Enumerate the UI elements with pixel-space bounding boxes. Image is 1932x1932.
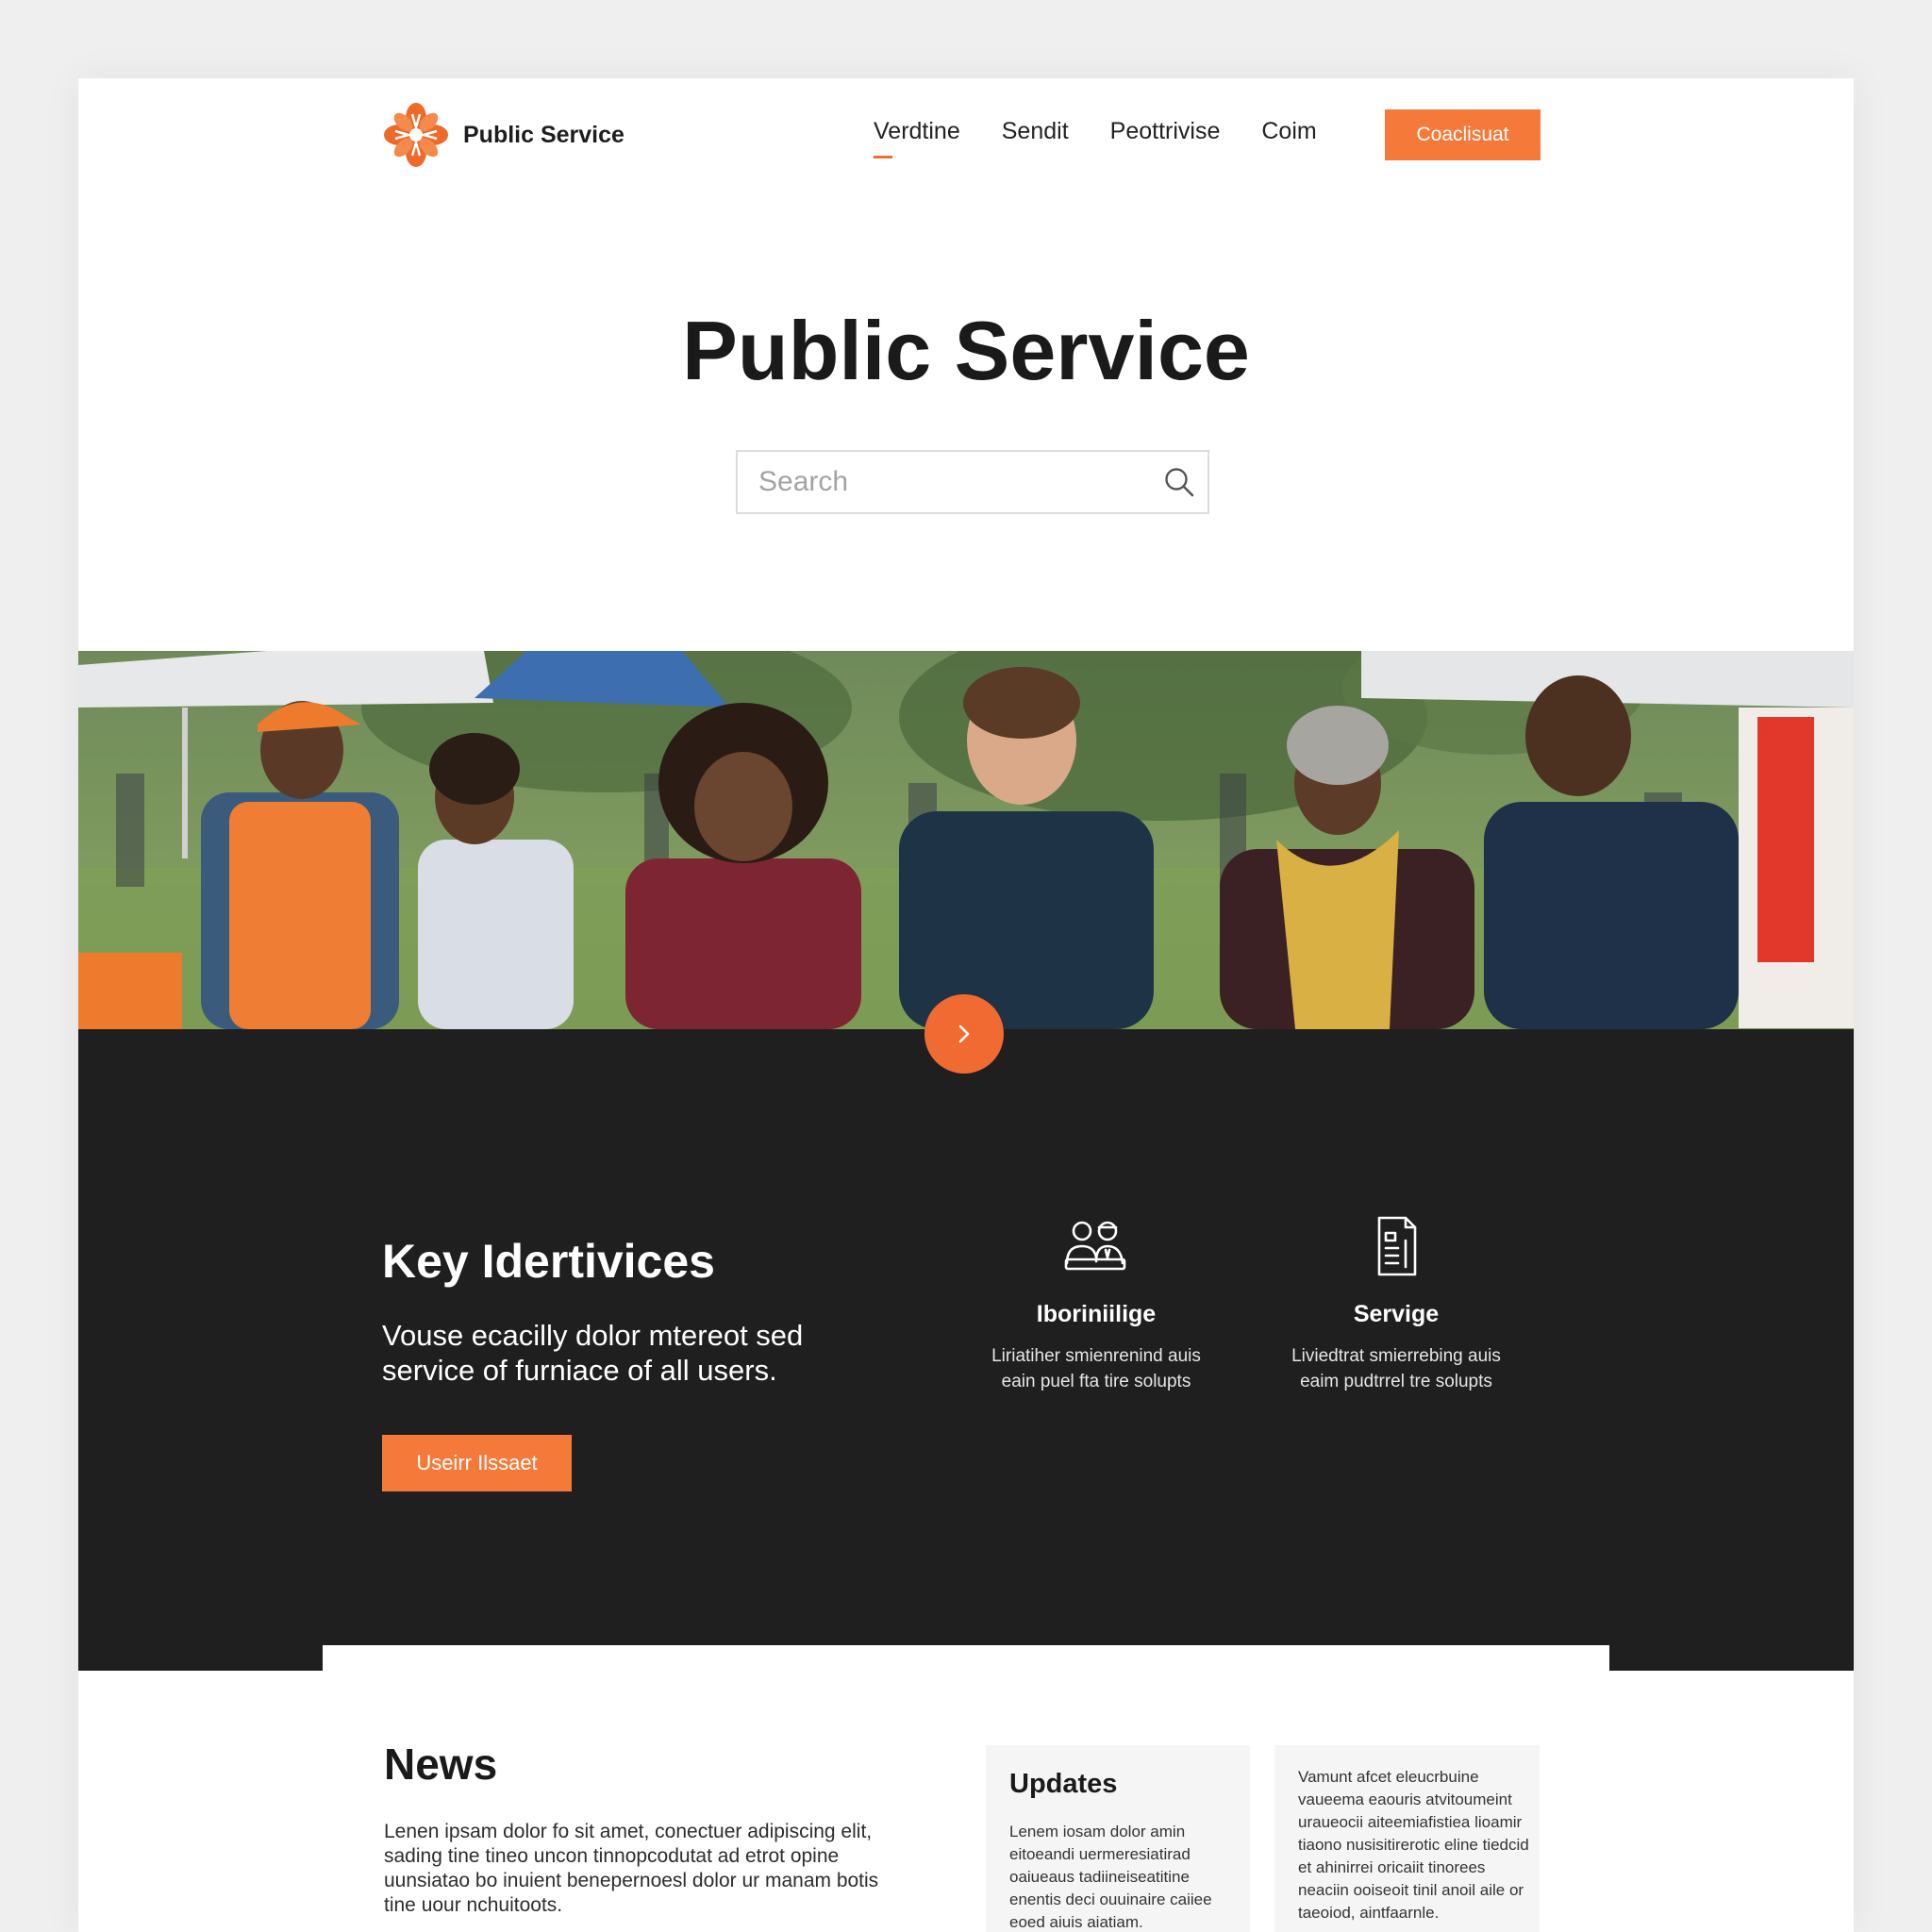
nav-item-sendit[interactable]: Sendit	[1002, 118, 1069, 145]
site-header: Public Service Verdtine Sendit Peottrivi…	[78, 78, 1854, 267]
updates-card-text: Lenem iosam dolor amin eitoeandi uermere…	[1009, 1823, 1212, 1931]
news-card-text: Vamunt afcet eleucrbuine vaueema eaouris…	[1298, 1768, 1529, 1922]
feature-text: Liviedtrat smierrebing auis eaim pudtrre…	[1291, 1346, 1501, 1391]
main-nav: Verdtine Sendit Peottrivise Coim	[874, 118, 1317, 158]
header-cta-button[interactable]: Coaclisuat	[1385, 109, 1541, 160]
nav-item-coim[interactable]: Coim	[1261, 118, 1316, 145]
nav-item-verdtine[interactable]: Verdtine	[874, 118, 960, 158]
key-services-button[interactable]: Useirr Ilssaet	[382, 1435, 572, 1491]
brand[interactable]: Public Service	[382, 99, 625, 171]
feature-card[interactable]: Iboriniilige Liriatiher smienrenind auis…	[988, 1214, 1205, 1394]
search-input[interactable]	[738, 452, 1151, 512]
nav-item-peottrivise[interactable]: Peottrivise	[1110, 118, 1221, 145]
feature-card[interactable]: Servige Liviedtrat smierrebing auis eaim…	[1288, 1214, 1505, 1394]
news-title: News	[384, 1740, 498, 1789]
feature-text: Liriatiher smienrenind auis eain puel ft…	[991, 1346, 1201, 1391]
section-divider	[323, 1645, 1609, 1683]
page: Public Service Verdtine Sendit Peottrivi…	[78, 78, 1854, 1932]
updates-card[interactable]: Updates Lenem iosam dolor amin eitoeandi…	[986, 1745, 1250, 1932]
document-icon	[1377, 1216, 1417, 1276]
search-box	[736, 450, 1209, 514]
news-card[interactable]: Vamunt afcet eleucrbuine vaueema eaouris…	[1274, 1745, 1540, 1932]
hero-photo	[78, 651, 1854, 1029]
feature-title: Iboriniilige	[1036, 1301, 1157, 1327]
key-services-title: Key Idertivices	[382, 1235, 715, 1288]
feature-title: Servige	[1353, 1301, 1440, 1327]
people-icon	[1064, 1221, 1126, 1271]
news-text: Lenen ipsam dolor fo sit amet, conectuer…	[384, 1821, 879, 1916]
key-services-description: Vouse ecacilly dolor mtereot sed service…	[382, 1319, 804, 1387]
brand-name: Public Service	[463, 121, 625, 148]
page-title: Public Service	[682, 304, 1250, 397]
search-icon[interactable]	[1151, 454, 1208, 510]
updates-card-title: Updates	[1009, 1769, 1118, 1799]
flower-logo-icon	[384, 103, 448, 167]
key-services-section: Key Idertivices Vouse ecacilly dolor mte…	[78, 1029, 1854, 1671]
chevron-right-icon	[958, 1024, 970, 1043]
carousel-next-button[interactable]	[924, 994, 1004, 1074]
